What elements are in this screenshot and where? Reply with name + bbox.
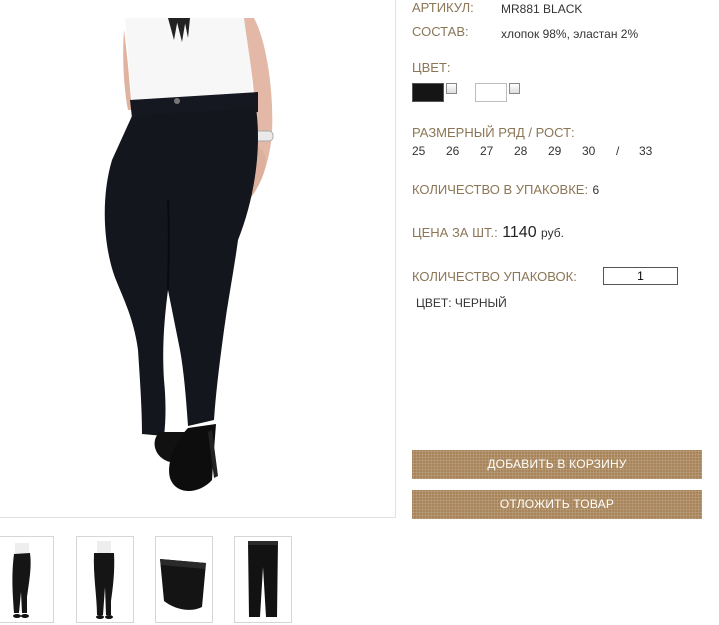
size-separator: /: [616, 144, 620, 158]
price-label: ЦЕНА ЗА ШТ.:: [412, 225, 498, 240]
article-value: MR881 BLACK: [501, 2, 583, 16]
size-label: РАЗМЕРНЫЙ РЯД / РОСТ:: [412, 125, 575, 140]
composition-value-wrap: хлопок 98%, эластан 2%: [501, 25, 638, 43]
color-swatch-white[interactable]: [475, 83, 507, 102]
article-value-wrap: MR881 BLACK: [501, 0, 582, 18]
packs-row: КОЛИЧЕСТВО УПАКОВОК:: [412, 268, 577, 286]
composition-label: СОСТАВ:: [412, 24, 469, 39]
size-item: 26: [446, 144, 460, 158]
packs-label: КОЛИЧЕСТВО УПАКОВОК:: [412, 269, 577, 284]
pack-qty-row: КОЛИЧЕСТВО В УПАКОВКЕ: 6: [412, 181, 599, 199]
color-row: ЦВЕТ:: [412, 59, 451, 77]
color-swatch-black[interactable]: [412, 83, 444, 102]
thumbnail-back-view[interactable]: [76, 536, 134, 623]
main-product-photo: [0, 0, 396, 518]
size-row: РАЗМЕРНЫЙ РЯД / РОСТ:: [412, 124, 575, 142]
pack-qty-value: 6: [592, 183, 600, 197]
thumbnail-front-view[interactable]: [0, 536, 54, 623]
article-label: АРТИКУЛ:: [412, 0, 474, 15]
composition-value: хлопок 98%, эластан 2%: [501, 27, 639, 41]
color-checkbox-black[interactable]: [446, 83, 457, 94]
add-to-cart-button[interactable]: ДОБАВИТЬ В КОРЗИНУ: [412, 450, 702, 479]
price-value: 1140: [502, 224, 537, 241]
size-item: 30: [582, 144, 596, 158]
thumbnail-flat-lay[interactable]: [234, 536, 292, 623]
size-item: 28: [514, 144, 528, 158]
thumbnail-waistband-detail[interactable]: [155, 536, 213, 623]
selected-color-text: ЦВЕТ: ЧЕРНЫЙ: [416, 296, 507, 310]
color-checkbox-white[interactable]: [509, 83, 520, 94]
price-currency: руб.: [541, 226, 564, 240]
size-item: 27: [480, 144, 494, 158]
pack-qty-label: КОЛИЧЕСТВО В УПАКОВКЕ:: [412, 182, 589, 197]
size-item: 25: [412, 144, 426, 158]
size-item: 33: [639, 144, 653, 158]
color-label: ЦВЕТ:: [412, 60, 451, 75]
packs-quantity-input[interactable]: [603, 267, 678, 285]
selected-color-wrap: ЦВЕТ: ЧЕРНЫЙ: [416, 294, 507, 312]
article-row: АРТИКУЛ:: [412, 0, 474, 17]
size-item: 29: [548, 144, 562, 158]
composition-row: СОСТАВ:: [412, 23, 469, 41]
postpone-button[interactable]: ОТЛОЖИТЬ ТОВАР: [412, 490, 702, 519]
price-row: ЦЕНА ЗА ШТ.: 1140 руб.: [412, 224, 564, 242]
